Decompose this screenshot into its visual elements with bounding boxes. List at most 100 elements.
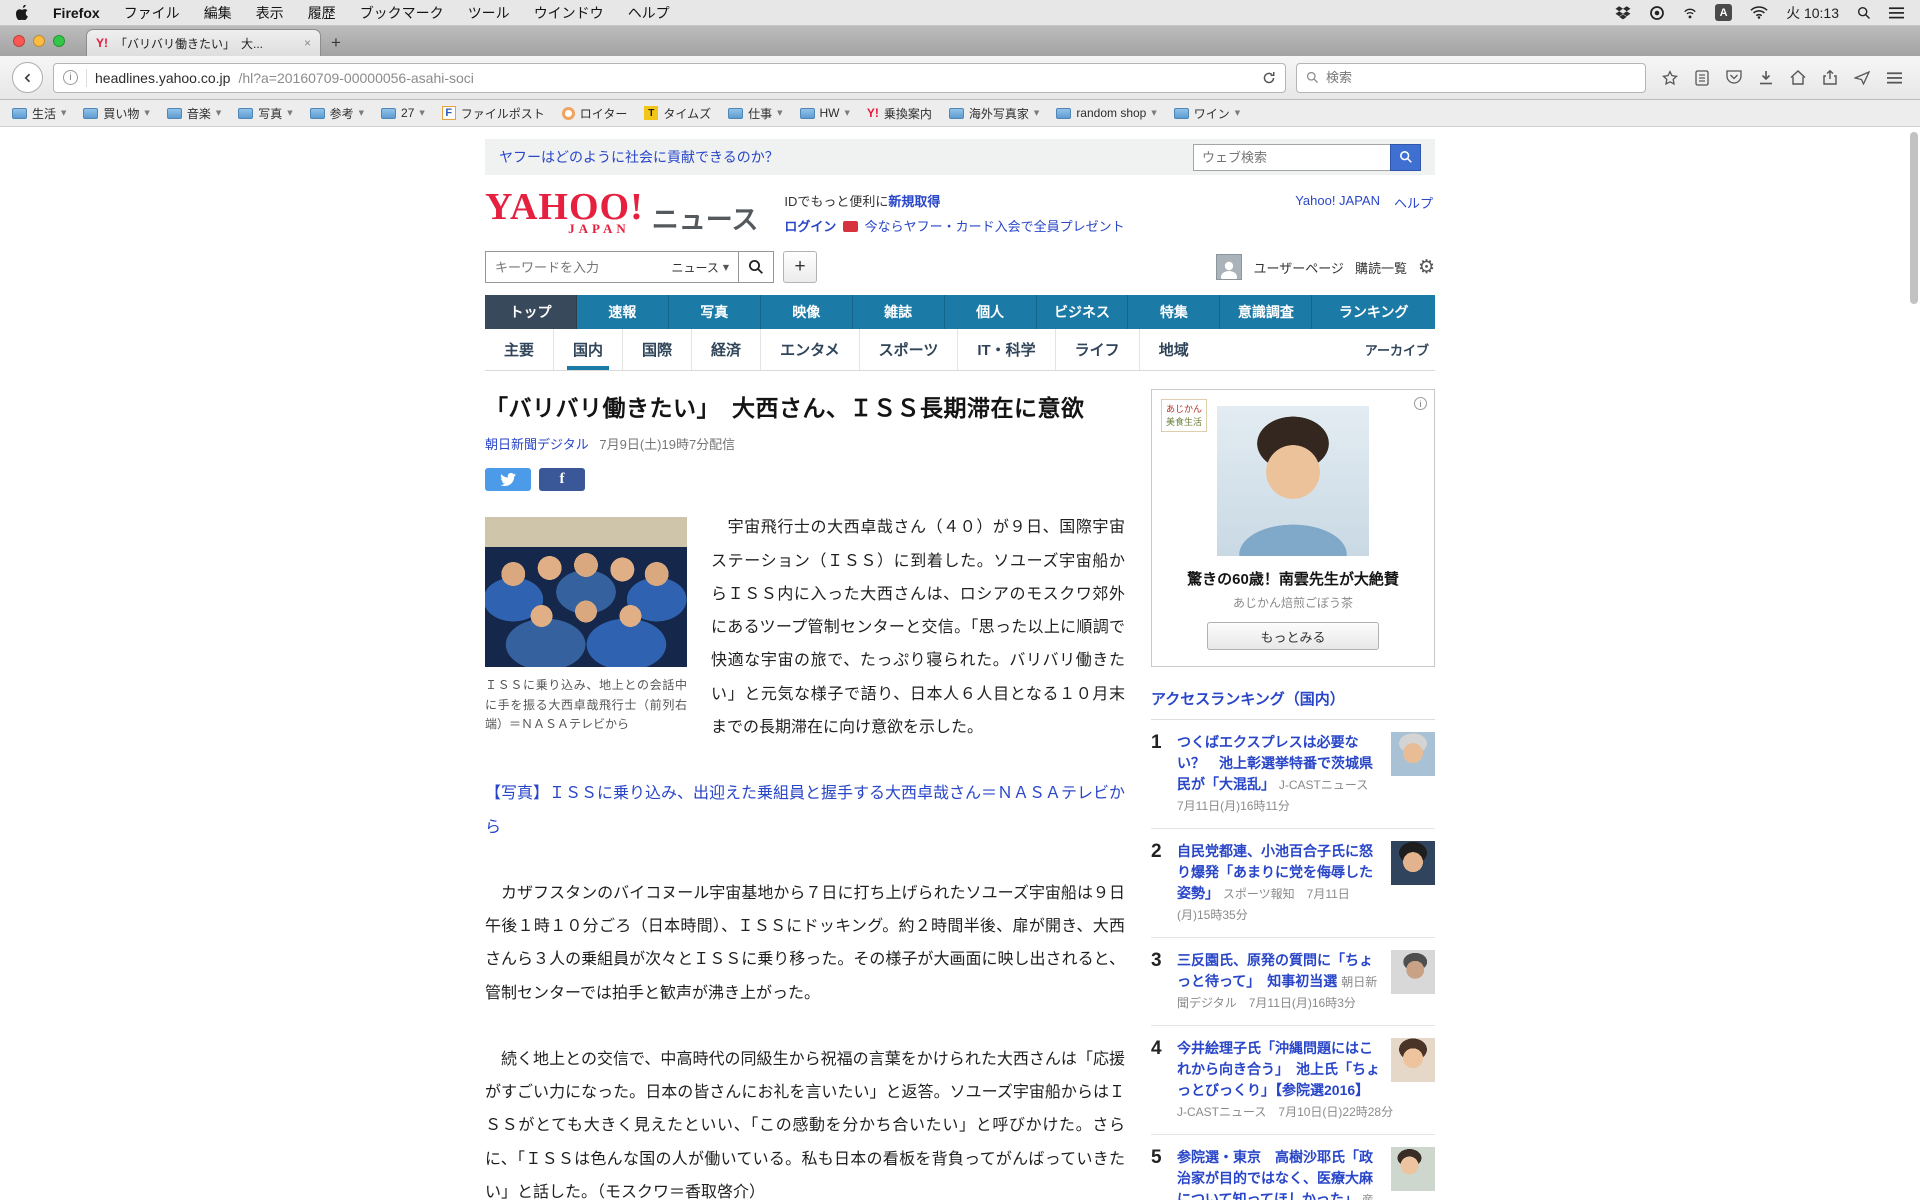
- subscriptions-link[interactable]: 購読一覧: [1355, 258, 1407, 277]
- twitter-share-button[interactable]: [485, 468, 531, 492]
- keyword-search-box[interactable]: ニュース▼: [485, 251, 739, 284]
- dropbox-icon[interactable]: [1615, 5, 1631, 20]
- zoom-window-button[interactable]: [53, 35, 65, 47]
- subtab-economy[interactable]: 経済: [691, 329, 760, 371]
- bookmark-folder[interactable]: 27 ▼: [381, 106, 425, 120]
- tab-magazine[interactable]: 雑誌: [853, 295, 945, 330]
- bookmark-item[interactable]: F ファイルポスト: [441, 105, 545, 122]
- bookmark-folder[interactable]: ワイン ▼: [1173, 105, 1240, 122]
- menu-history[interactable]: 履歴: [308, 3, 336, 23]
- site-info-icon[interactable]: i: [63, 70, 78, 85]
- archive-link[interactable]: アーカイブ: [1365, 340, 1435, 359]
- ad-info-icon[interactable]: i: [1414, 397, 1427, 411]
- bookmark-folder[interactable]: 参考 ▼: [309, 105, 364, 122]
- tab-flash[interactable]: 速報: [577, 295, 669, 330]
- input-method-icon[interactable]: A: [1715, 4, 1733, 21]
- airport-icon[interactable]: [1683, 7, 1697, 19]
- wifi-icon[interactable]: [1750, 6, 1768, 19]
- yahoo-logo[interactable]: YAHOO! JAPAN: [485, 188, 644, 235]
- add-condition-button[interactable]: +: [783, 251, 817, 284]
- menu-window[interactable]: ウインドウ: [534, 3, 604, 23]
- close-window-button[interactable]: [13, 35, 25, 47]
- url-bar[interactable]: i headlines.yahoo.co.jp/hl?a=20160709-00…: [53, 62, 1286, 93]
- scrollbar-thumb[interactable]: [1910, 132, 1918, 304]
- downloads-icon[interactable]: [1759, 70, 1773, 85]
- menu-view[interactable]: 表示: [256, 3, 284, 23]
- creative-cloud-icon[interactable]: [1649, 5, 1665, 21]
- web-search-button[interactable]: [1390, 143, 1421, 171]
- menubar-clock[interactable]: 火 10:13: [1786, 3, 1839, 23]
- subtab-sports[interactable]: スポーツ: [858, 329, 958, 371]
- signup-link[interactable]: 新規取得: [888, 194, 940, 209]
- tab-video[interactable]: 映像: [761, 295, 853, 330]
- browser-tab[interactable]: Y! 「バリバリ働きたい」 大... ×: [86, 29, 321, 56]
- ranking-thumbnail[interactable]: [1391, 1147, 1435, 1192]
- user-page-link[interactable]: ユーザーページ: [1253, 258, 1343, 277]
- reading-list-icon[interactable]: [1695, 69, 1709, 86]
- keyword-input[interactable]: [495, 259, 666, 275]
- bookmark-folder[interactable]: HW ▼: [799, 106, 850, 120]
- subtab-world[interactable]: 国際: [622, 329, 691, 371]
- menu-tools[interactable]: ツール: [468, 3, 510, 23]
- yahoo-japan-link[interactable]: Yahoo! JAPAN: [1295, 193, 1380, 212]
- home-icon[interactable]: [1790, 70, 1806, 85]
- bookmark-folder[interactable]: 仕事 ▼: [728, 105, 783, 122]
- ad-box[interactable]: あじかん 美食生活 i 驚きの60歳！南雲先生が大絶賛 あじかん焙煎ごぼう茶 も…: [1151, 389, 1435, 668]
- search-scope-dropdown[interactable]: ニュース ▼: [671, 259, 729, 276]
- pocket-icon[interactable]: [1726, 70, 1742, 85]
- ranking-heading[interactable]: アクセスランキング（国内）: [1151, 688, 1435, 721]
- ranking-link[interactable]: 今井絵理子氏「沖縄問題にはこれから向き合う」 池上氏「ちょっとびっくり」【参院選…: [1177, 1040, 1380, 1098]
- bookmark-folder[interactable]: 写真 ▼: [238, 105, 293, 122]
- tab-ranking[interactable]: ランキング: [1312, 295, 1435, 329]
- article-photo[interactable]: [485, 517, 687, 668]
- subtab-main[interactable]: 主要: [485, 329, 553, 370]
- bookmark-folder[interactable]: 音楽 ▼: [166, 105, 221, 122]
- bookmark-folder[interactable]: random shop ▼: [1056, 106, 1157, 120]
- tab-personal[interactable]: 個人: [945, 295, 1037, 330]
- web-search-input[interactable]: [1193, 143, 1391, 171]
- gear-icon[interactable]: ⚙: [1418, 256, 1435, 278]
- subtab-entertainment[interactable]: エンタメ: [760, 329, 859, 371]
- subtab-life[interactable]: ライフ: [1054, 329, 1139, 371]
- subtab-it-science[interactable]: IT・科学: [957, 329, 1054, 371]
- ad-more-button[interactable]: もっとみる: [1207, 622, 1379, 651]
- tab-close-icon[interactable]: ×: [304, 36, 311, 50]
- subtab-domestic[interactable]: 国内: [553, 329, 622, 371]
- tab-poll[interactable]: 意識調査: [1220, 295, 1313, 330]
- subtab-region[interactable]: 地域: [1138, 329, 1208, 371]
- menu-bookmarks[interactable]: ブックマーク: [360, 3, 444, 23]
- news-search-button[interactable]: [738, 251, 774, 284]
- bookmark-folder[interactable]: 海外写真家 ▼: [948, 105, 1039, 122]
- spotlight-icon[interactable]: [1857, 6, 1871, 20]
- help-link[interactable]: ヘルプ: [1394, 193, 1433, 212]
- tab-top[interactable]: トップ: [485, 295, 577, 330]
- new-tab-button[interactable]: +: [321, 29, 351, 56]
- source-link[interactable]: 朝日新聞デジタル: [485, 437, 589, 452]
- corporate-banner-link[interactable]: ヤフーはどのように社会に貢献できるのか？: [499, 147, 779, 167]
- apple-icon[interactable]: [16, 5, 29, 20]
- menu-help[interactable]: ヘルプ: [628, 3, 670, 23]
- bookmark-star-icon[interactable]: [1662, 69, 1678, 86]
- browser-search-field[interactable]: [1296, 62, 1646, 93]
- menu-edit[interactable]: 編集: [204, 3, 232, 23]
- card-campaign-link[interactable]: 今ならヤフー・カード入会で全員プレゼント: [865, 219, 1125, 234]
- send-tab-icon[interactable]: [1854, 70, 1870, 85]
- photo-gallery-link[interactable]: 【写真】ＩＳＳに乗り込み、出迎えた乗組員と握手する大西卓哉さん＝ＮＡＳＡテレビか…: [485, 785, 1125, 835]
- share-icon[interactable]: [1823, 70, 1837, 85]
- bookmark-item[interactable]: ロイター: [561, 105, 627, 122]
- menu-panel-icon[interactable]: [1887, 71, 1902, 84]
- ranking-thumbnail[interactable]: [1391, 1038, 1435, 1083]
- reload-icon[interactable]: [1262, 71, 1276, 85]
- ranking-link[interactable]: 参院選・東京 高樹沙耶氏「政治家が目的ではなく、医療大麻について知ってほしかった…: [1177, 1149, 1373, 1200]
- login-link[interactable]: ログイン: [784, 219, 836, 234]
- tab-photo[interactable]: 写真: [669, 295, 761, 330]
- browser-search-input[interactable]: [1326, 70, 1636, 85]
- bookmark-folder[interactable]: 買い物 ▼: [83, 105, 150, 122]
- facebook-share-button[interactable]: f: [539, 468, 585, 492]
- ranking-thumbnail[interactable]: [1391, 841, 1435, 886]
- bookmark-item[interactable]: Y! 乗換案内: [867, 105, 932, 122]
- menu-file[interactable]: ファイル: [124, 3, 180, 23]
- ranking-thumbnail[interactable]: [1391, 732, 1435, 777]
- back-button[interactable]: [12, 62, 43, 93]
- user-avatar-icon[interactable]: [1216, 254, 1243, 281]
